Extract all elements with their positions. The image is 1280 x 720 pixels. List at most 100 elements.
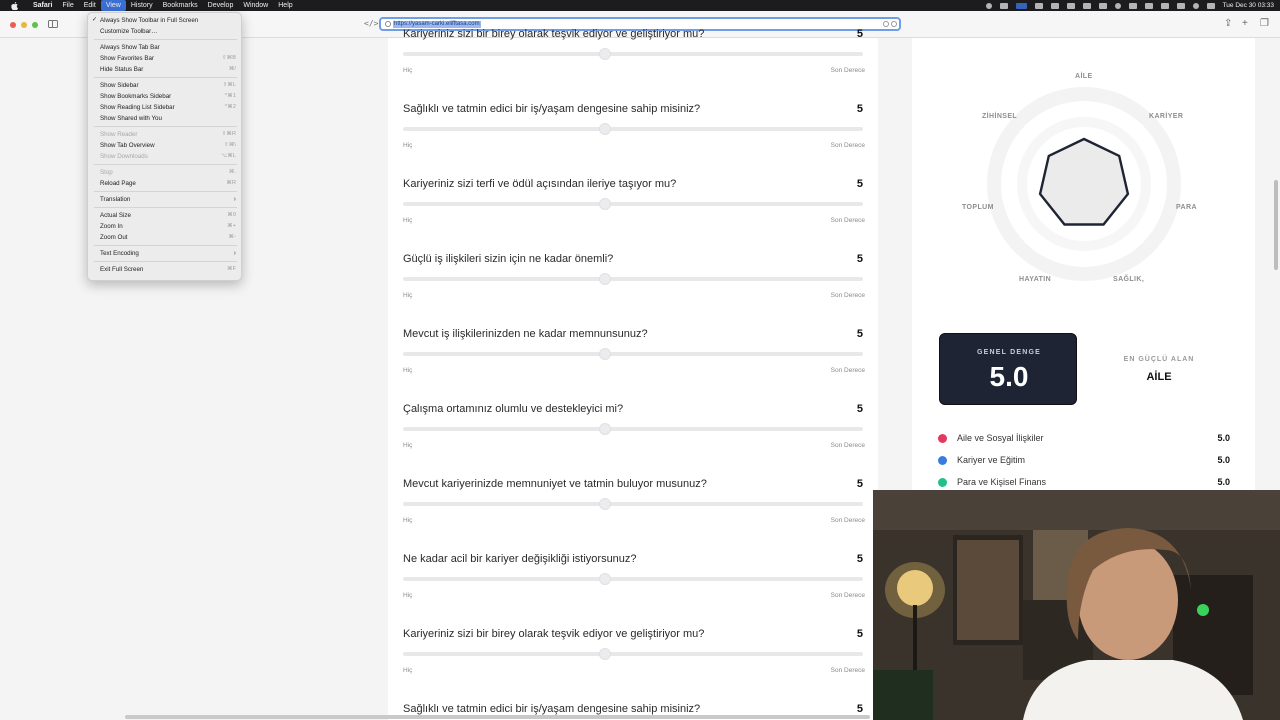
radar-label-hayatin: HAYATIN [1019,276,1052,283]
menu-clock[interactable]: Tue Dec 30 03:33 [1223,2,1274,9]
menu-item-shortcut: ⇧⌘B [221,55,236,61]
menu-item-label: Zoom Out [100,234,128,241]
view-menu-item[interactable]: Exit Full Screen ⌘F [100,265,236,274]
legend-dot [938,434,947,443]
radar-label-aile: AİLE [1075,73,1093,80]
view-menu-item[interactable]: Zoom In ⌘+ [100,222,236,231]
question-score: 5 [856,403,863,415]
menu-item-shortcut: ⌘R [226,180,236,186]
view-menu-item[interactable]: Translation › [100,195,236,204]
view-menu-item[interactable]: Show Shared with You [100,114,236,123]
question-text: Kariyeriniz sizi terfi ve ödül açısından… [403,178,677,190]
view-menu-item[interactable]: Show Favorites Bar ⇧⌘B [100,54,236,63]
view-menu-item[interactable]: Customize Toolbar… [100,27,236,36]
question-score: 5 [856,703,863,715]
close-window-icon[interactable] [10,22,16,28]
slider-max-label: Son Derece [830,667,865,674]
status-icon[interactable] [1098,2,1107,9]
legend-item: Para ve Kişisel Finans 5.0 [938,475,1230,489]
minimize-window-icon[interactable] [21,22,27,28]
view-menu-item[interactable]: Hide Status Bar ⌘/ [100,65,236,74]
search-icon[interactable] [1192,2,1199,9]
menu-help[interactable]: Help [273,0,297,11]
status-icon[interactable] [1034,2,1043,9]
menu-item-shortcut: ⌘- [228,234,236,240]
bluetooth-icon[interactable] [1144,2,1153,9]
url-text[interactable]: https://yasam-carki.elifftasa.com [393,20,481,28]
view-menu-item[interactable]: ✓ Always Show Toolbar in Full Screen [92,16,236,25]
reload-icon[interactable] [891,21,897,27]
view-menu-item[interactable]: Text Encoding › [100,249,236,258]
legend-value: 5.0 [1217,433,1230,443]
tab-overview-icon[interactable]: ❐ [1260,19,1269,29]
view-menu-item[interactable]: Show Tab Overview ⇧⌘\ [100,141,236,150]
menu-app-safari[interactable]: Safari [28,0,57,11]
menu-window[interactable]: Window [238,0,273,11]
cloud-icon[interactable] [1050,2,1059,9]
menu-item-label: Translation [100,196,131,203]
overall-balance-label: GENEL DENGE [976,349,1042,356]
view-menu-item[interactable]: Reload Page ⌘R [100,179,236,188]
menu-edit[interactable]: Edit [79,0,101,11]
status-icon[interactable] [1066,2,1075,9]
score-slider[interactable] [403,198,863,210]
overall-balance-value: 5.0 [989,361,1029,392]
question-text: Güçlü iş ilişkileri sizin için ne kadar … [403,253,614,265]
slider-min-label: Hiç [403,217,413,224]
menu-file[interactable]: File [57,0,78,11]
code-icon[interactable]: </> [364,19,378,28]
apple-icon[interactable] [9,1,19,10]
view-menu-item: Show Downloads ⌥⌘L [100,152,236,161]
horizontal-scrollbar[interactable] [125,715,870,719]
score-slider[interactable] [403,273,863,285]
translate-icon[interactable] [883,21,889,27]
question-text: Ne kadar acil bir kariyer değişikliği is… [403,553,637,565]
view-menu-item[interactable]: Actual Size ⌘0 [100,211,236,220]
sidebar-toggle-icon[interactable] [48,20,58,28]
menu-bookmarks[interactable]: Bookmarks [158,0,203,11]
screen-recording-icon[interactable] [1015,2,1027,9]
view-menu-dropdown: ✓ Always Show Toolbar in Full Screen Custo… [87,12,242,281]
strongest-area-value: AİLE [1146,371,1172,383]
menu-item-shortcut: ^⌘2 [224,104,236,110]
battery-icon[interactable] [1160,2,1169,9]
control-center-icon[interactable] [1206,2,1215,9]
view-menu-item[interactable]: Zoom Out ⌘- [100,233,236,242]
question-score: 5 [856,478,863,490]
menu-separator [94,191,237,192]
menu-item-label: Always Show Toolbar in Full Screen [100,17,199,24]
score-slider[interactable] [403,423,863,435]
view-menu-item[interactable]: Show Reading List Sidebar ^⌘2 [100,103,236,112]
status-icon[interactable] [999,2,1008,9]
score-slider[interactable] [403,123,863,135]
menu-item-label: Show Tab Overview [100,142,155,149]
legend-name: Kariyer ve Eğitim [957,455,1026,465]
menu-history[interactable]: History [126,0,158,11]
view-menu-item[interactable]: Always Show Tab Bar [100,43,236,52]
view-menu-item[interactable]: Show Sidebar ⇧⌘L [100,81,236,90]
slider-min-label: Hiç [403,517,413,524]
score-slider[interactable] [403,573,863,585]
menu-item-label: Exit Full Screen [100,266,144,273]
zoom-window-icon[interactable] [32,22,38,28]
webcam-overlay [873,490,1280,720]
slider-min-label: Hiç [403,592,413,599]
vertical-scrollbar[interactable] [1274,180,1278,270]
score-slider[interactable] [403,648,863,660]
view-menu-item[interactable]: Show Bookmarks Sidebar ^⌘1 [100,92,236,101]
volume-icon[interactable] [1082,2,1091,9]
score-slider[interactable] [403,48,863,60]
legend-value: 5.0 [1217,477,1230,487]
menu-view[interactable]: View [100,0,126,11]
menu-develop[interactable]: Develop [203,0,239,11]
status-icon[interactable] [985,2,992,9]
play-icon[interactable] [1114,2,1121,9]
menu-item-label: Reload Page [100,180,136,187]
score-slider[interactable] [403,348,863,360]
wifi-icon[interactable] [1176,2,1185,9]
status-icon[interactable] [1128,2,1137,9]
score-slider[interactable] [403,498,863,510]
share-icon[interactable]: ⇪ [1224,19,1232,29]
slider-max-label: Son Derece [830,292,865,299]
new-tab-icon[interactable]: + [1242,19,1248,29]
